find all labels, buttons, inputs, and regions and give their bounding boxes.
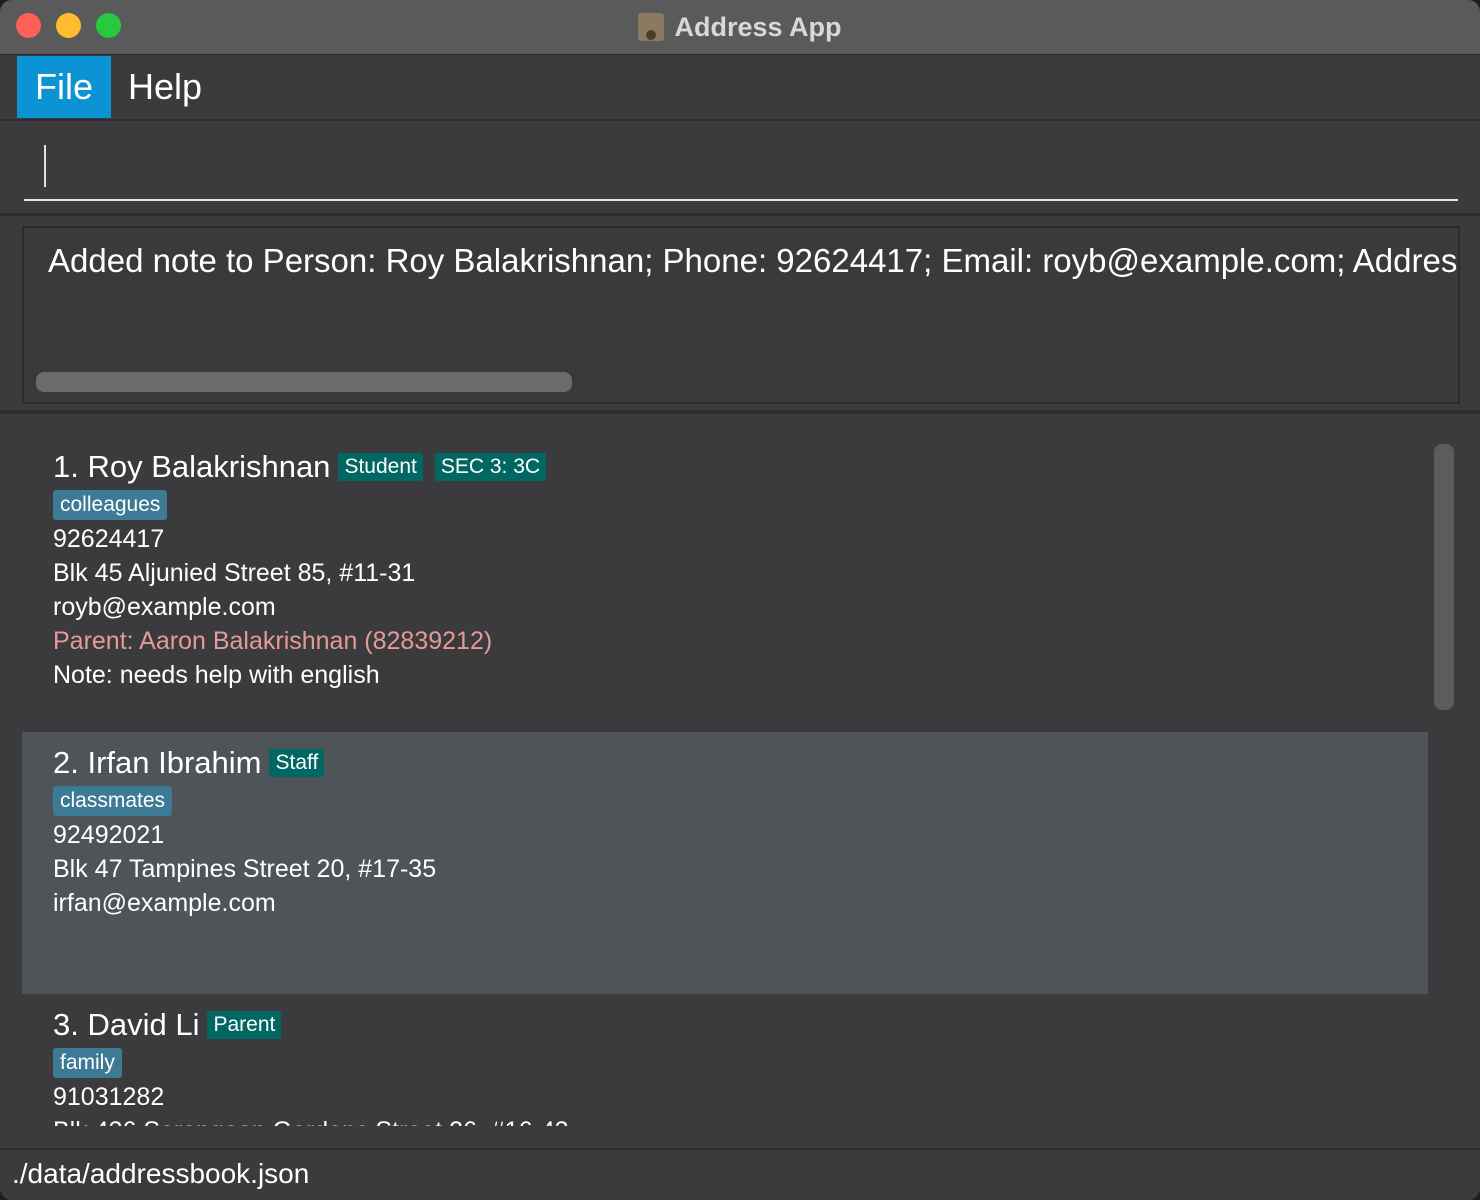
title-bar: Address App [0, 0, 1480, 55]
person-note: Note: needs help with english [53, 661, 380, 689]
save-location: ./data/addressbook.json [12, 1158, 310, 1189]
list-vertical-scrollbar[interactable] [1434, 444, 1454, 710]
person-address: Blk 45 Aljunied Street 85, #11-31 [53, 559, 416, 587]
command-input[interactable] [24, 139, 1458, 201]
person-tag: colleagues [53, 490, 168, 520]
status-bar: ./data/addressbook.json [0, 1148, 1480, 1200]
person-address: Blk 47 Tampines Street 20, #17-35 [53, 855, 437, 883]
role-badge: Staff [269, 749, 325, 777]
person-name: 2. Irfan Ibrahim [53, 745, 262, 780]
address-book-icon [638, 13, 665, 41]
result-display: Added note to Person: Roy Balakrishnan; … [22, 226, 1460, 404]
role-badge: Parent [207, 1011, 282, 1039]
menu-file[interactable]: File [17, 56, 112, 118]
person-email: royb@example.com [53, 593, 276, 621]
result-message: Added note to Person: Roy Balakrishnan; … [48, 242, 1458, 279]
person-name: 3. David Li [53, 1007, 200, 1042]
menu-help[interactable]: Help [110, 56, 220, 118]
person-list: 1. Roy Balakrishnan Student SEC 3: 3C co… [22, 436, 1458, 1126]
person-phone: 92492021 [53, 821, 165, 849]
person-tag: family [53, 1048, 122, 1078]
window-title: Address App [674, 11, 842, 42]
person-card[interactable]: 3. David Li Parent family 91031282 Blk 4… [22, 994, 1428, 1126]
divider [0, 410, 1480, 414]
person-card[interactable]: 1. Roy Balakrishnan Student SEC 3: 3C co… [22, 436, 1428, 732]
title-group: Address App [0, 0, 1480, 54]
person-address: Blk 436 Serangoon Gardens Street 26, #16… [53, 1114, 569, 1126]
person-phone: 92624417 [53, 525, 165, 553]
person-card[interactable]: 2. Irfan Ibrahim Staff classmates 924920… [22, 732, 1428, 994]
class-badge: SEC 3: 3C [434, 453, 547, 481]
person-tag: classmates [53, 786, 173, 816]
role-badge: Student [338, 453, 423, 481]
command-box-area [0, 121, 1480, 216]
person-parent: Parent: Aaron Balakrishnan (82839212) [53, 627, 493, 655]
app-window: Address App File Help Added note to Pers… [0, 0, 1480, 1200]
menu-bar: File Help [0, 55, 1480, 121]
text-caret [44, 145, 46, 187]
person-name: 1. Roy Balakrishnan [53, 449, 331, 484]
person-email: irfan@example.com [53, 889, 276, 917]
person-phone: 91031282 [53, 1083, 165, 1111]
result-horizontal-scrollbar[interactable] [36, 372, 572, 392]
